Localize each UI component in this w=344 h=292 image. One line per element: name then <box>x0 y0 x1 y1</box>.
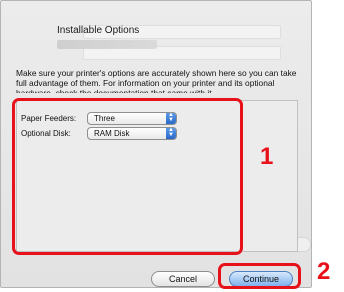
highlight-options-area <box>12 98 243 255</box>
callout-number-1: 1 <box>260 143 274 170</box>
cancel-button[interactable]: Cancel <box>151 271 215 287</box>
callout-number-2: 2 <box>317 258 331 285</box>
printer-name-blurred <box>57 40 157 49</box>
highlight-continue-button <box>218 263 301 289</box>
dialog-description: Make sure your printer's options are acc… <box>16 68 297 93</box>
dialog-title: Installable Options <box>57 25 140 36</box>
